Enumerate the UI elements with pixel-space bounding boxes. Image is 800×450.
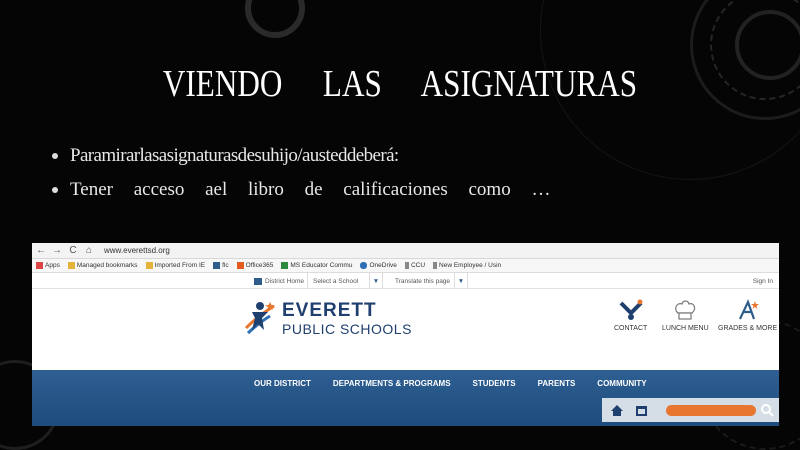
home-icon[interactable]: ⌂ [84, 245, 94, 256]
bookmark-label: CCU [410, 262, 426, 269]
translate-select[interactable]: Translate this page [392, 273, 452, 289]
office-icon [236, 262, 244, 269]
logo-line2: PUBLIC SCHOOLS [282, 320, 412, 337]
reload-icon[interactable]: C [68, 245, 78, 256]
district-home-link[interactable]: District Home [254, 273, 304, 289]
page-icon [213, 262, 221, 269]
decorative-ring [735, 10, 800, 80]
bookmark-item[interactable]: Apps [36, 262, 60, 269]
chevron-down-icon[interactable]: ▼ [369, 273, 383, 289]
bookmark-label: Office365 [245, 262, 274, 269]
cloud-icon [360, 262, 368, 269]
bullet-text: Tener acceso ael libro de calificaciones… [70, 179, 551, 200]
page-icon [281, 262, 289, 269]
sign-in-link[interactable]: Sign In [753, 273, 773, 289]
chevron-down-icon[interactable]: ▼ [454, 273, 468, 289]
folder-icon [67, 262, 75, 269]
bullet-dot [52, 187, 58, 193]
bookmark-item[interactable]: MS Educator Commu [281, 262, 352, 269]
site-header: EVERETT PUBLIC SCHOOLS CONTACT LUNCH MEN… [32, 289, 779, 354]
bookmark-label: Apps [45, 262, 60, 269]
site-logo[interactable]: EVERETT PUBLIC SCHOOLS [240, 298, 412, 338]
logo-text: EVERETT PUBLIC SCHOOLS [282, 301, 412, 336]
page-icon [404, 262, 409, 269]
school-select[interactable]: Select a School [307, 273, 367, 289]
bullet-list: Paramirarlasasignaturasdesuhijo/austedde… [52, 145, 550, 213]
calendar-icon[interactable] [634, 403, 648, 417]
browser-screenshot: ← → C ⌂ www.everettsd.org Apps Managed b… [32, 243, 779, 426]
grades-label: GRADES & MORE [718, 325, 778, 332]
nav-items: OUR DISTRICT DEPARTMENTS & PROGRAMS STUD… [254, 370, 669, 396]
forward-arrow-icon[interactable]: → [52, 245, 62, 256]
grade-a-icon [738, 299, 759, 320]
nav-parents[interactable]: PARENTS [538, 379, 576, 388]
bookmark-item[interactable]: Office365 [236, 262, 274, 269]
utility-bar: District Home Select a School ▼ Translat… [32, 273, 779, 289]
bookmark-item[interactable]: Imported From IE [145, 262, 206, 269]
logo-line1: EVERETT [282, 299, 377, 321]
home-icon[interactable] [610, 403, 624, 417]
contact-label: CONTACT [614, 325, 648, 332]
contact-link[interactable]: CONTACT [614, 299, 647, 332]
bookmark-label: MS Educator Commu [290, 262, 353, 269]
bookmark-label: flc [222, 262, 229, 269]
bullet-text: Paramirarlasasignaturasdesuhijo/austedde… [70, 145, 399, 166]
nav-our-district[interactable]: OUR DISTRICT [254, 379, 311, 388]
bookmark-label: OneDrive [369, 262, 397, 269]
bookmark-item[interactable]: OneDrive [360, 262, 397, 269]
bookmark-item[interactable]: New Employee / Usin [433, 262, 501, 269]
folder-icon [145, 262, 153, 269]
bookmark-item[interactable]: flc [213, 262, 229, 269]
bookmarks-bar: Apps Managed bookmarks Imported From IE … [32, 259, 779, 273]
contact-person-icon [619, 299, 643, 320]
main-nav: OUR DISTRICT DEPARTMENTS & PROGRAMS STUD… [32, 370, 779, 426]
house-icon [254, 277, 262, 285]
bullet-item: Paramirarlasasignaturasdesuhijo/austedde… [52, 145, 550, 167]
bullet-dot [52, 153, 58, 159]
browser-toolbar: ← → C ⌂ www.everettsd.org [32, 243, 779, 259]
nav-community[interactable]: COMMUNITY [597, 379, 646, 388]
grades-link[interactable]: GRADES & MORE [718, 299, 777, 332]
logo-figure-icon [240, 298, 280, 338]
bullet-item: Tener acceso ael libro de calificaciones… [52, 179, 550, 201]
bookmark-label: Imported From IE [154, 262, 206, 269]
quick-tools-bar [602, 398, 779, 422]
lunch-menu-label: LUNCH MENU [662, 325, 709, 332]
back-arrow-icon[interactable]: ← [36, 245, 46, 256]
nav-departments[interactable]: DEPARTMENTS & PROGRAMS [333, 379, 451, 388]
chef-hat-icon [675, 300, 696, 320]
apps-icon [36, 262, 43, 269]
decorative-ring [245, 0, 305, 38]
page-icon [433, 262, 438, 269]
district-home-label: District Home [265, 277, 305, 285]
search-input[interactable] [666, 404, 756, 416]
nav-students[interactable]: STUDENTS [473, 379, 516, 388]
bookmark-item[interactable]: Managed bookmarks [67, 262, 138, 269]
bookmark-label: New Employee / Usin [439, 262, 502, 269]
bookmark-item[interactable]: CCU [404, 262, 426, 269]
address-bar[interactable]: www.everettsd.org [104, 246, 170, 255]
bookmark-label: Managed bookmarks [76, 262, 138, 269]
slide-title: VIENDO LAS ASIGNATURAS [162, 63, 638, 105]
lunch-menu-link[interactable]: LUNCH MENU [662, 299, 709, 332]
search-icon[interactable] [760, 403, 774, 417]
